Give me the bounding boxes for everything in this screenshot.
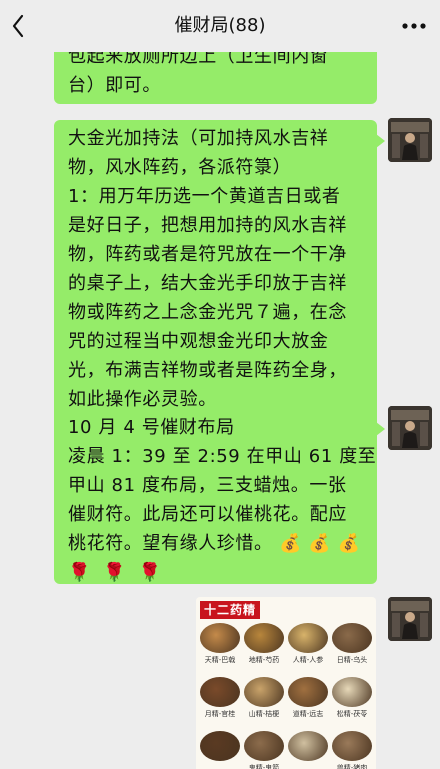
avatar-photo-icon bbox=[388, 118, 432, 162]
message-line: 桃花符。望有缘人珍惜。 💰 💰 💰 bbox=[68, 529, 365, 558]
rose-emoji: 🌹 bbox=[68, 562, 92, 583]
chat-title: 催财局(88) bbox=[174, 15, 266, 36]
message-line: 物，风水阵药，各派符箓） bbox=[68, 157, 292, 178]
message-line: 光，布满吉祥物或者是阵药全身， bbox=[68, 360, 347, 381]
avatar[interactable] bbox=[388, 118, 432, 162]
herb-label: 兽精-猪肉 bbox=[336, 764, 368, 769]
herb-photo bbox=[332, 677, 372, 707]
message-line: 1：用万年历选一个黄道吉日或者 bbox=[68, 186, 341, 207]
herb-label: 鬼精-鬼箭 bbox=[248, 764, 280, 769]
herb-label: 松精-茯苓 bbox=[336, 710, 368, 718]
message-line: 是好日子，把想用加持的风水吉祥 bbox=[68, 215, 347, 236]
herb-label: 月精-官桂 bbox=[204, 710, 236, 718]
herb-label: 山精-桔梗 bbox=[248, 710, 280, 718]
message-line: 凌晨 1：39 至 2:59 在甲山 61 度至 bbox=[68, 446, 377, 467]
message-line: 甲山 81 度布局，三支蜡烛。一张 bbox=[68, 475, 347, 496]
message-line: 催财符。此局还可以催桃花。配应 bbox=[68, 504, 347, 525]
more-button[interactable] bbox=[400, 14, 428, 38]
money-bag-emoji: 💰 bbox=[337, 533, 361, 554]
herb-label: 天精-巴戟 bbox=[204, 656, 236, 664]
message-line: 包起来放厕所边上（卫生间内窗 bbox=[68, 52, 329, 67]
herb-photo bbox=[288, 731, 328, 761]
message-bubble[interactable]: 包起来放厕所边上（卫生间内窗 台）即可。 bbox=[54, 52, 377, 104]
image-title: 十二药精 bbox=[200, 601, 261, 619]
herb-label: 道精-远志 bbox=[292, 710, 324, 718]
message-line: 物或阵药之上念金光咒７遍，在念 bbox=[68, 302, 347, 323]
message-line: 10 月 4 号催财布局 bbox=[68, 417, 235, 438]
herb-label: 地精-芍药 bbox=[248, 656, 280, 664]
avatar-photo-icon bbox=[388, 406, 432, 450]
emoji-row: 🌹 🌹 🌹 bbox=[68, 558, 365, 587]
herb-photo bbox=[244, 677, 284, 707]
bubble-tail bbox=[376, 422, 385, 436]
more-dots-icon bbox=[402, 23, 426, 29]
herb-photo bbox=[288, 623, 328, 653]
rose-emoji: 🌹 bbox=[138, 562, 162, 583]
herb-photo bbox=[244, 731, 284, 761]
avatar-photo-icon bbox=[388, 597, 432, 641]
image-message[interactable]: 十二药精 天精-巴戟 地精-芍药 人精-人参 日精-乌头月精-官桂 山精-桔梗 道精-远志… bbox=[196, 597, 376, 769]
avatar[interactable] bbox=[388, 597, 432, 641]
money-bag-emoji: 💰 bbox=[308, 533, 332, 554]
herb-photo bbox=[332, 731, 372, 761]
herb-photo bbox=[332, 623, 372, 653]
chat-header: 催财局(88) bbox=[0, 0, 440, 52]
message-line: 大金光加持法（可加持风水吉祥 bbox=[68, 128, 329, 149]
money-bag-emoji: 💰 bbox=[278, 533, 302, 554]
message-line: 咒的过程当中观想金光印大放金 bbox=[68, 331, 329, 352]
message-bubble[interactable]: 大金光加持法（可加持风水吉祥 物，风水阵药，各派符箓） 1：用万年历选一个黄道吉… bbox=[54, 120, 385, 446]
herb-photo bbox=[244, 623, 284, 653]
herb-photo bbox=[200, 731, 240, 761]
message-line: 的桌子上，结大金光手印放于吉祥 bbox=[68, 273, 347, 294]
rose-emoji: 🌹 bbox=[103, 562, 127, 583]
bubble-tail bbox=[376, 134, 385, 148]
message-list[interactable]: 包起来放厕所边上（卫生间内窗 台）即可。 大金光加持法（可加持风水吉祥 物，风水… bbox=[0, 52, 440, 769]
message-text: 桃花符。望有缘人珍惜。 bbox=[68, 533, 273, 554]
herb-photo bbox=[288, 677, 328, 707]
herb-label: 日精-乌头 bbox=[336, 656, 368, 664]
herb-photo bbox=[200, 623, 240, 653]
avatar[interactable] bbox=[388, 406, 432, 450]
message-line: 台）即可。 bbox=[68, 75, 161, 96]
message-line: 物，阵药或者是符咒放在一个干净 bbox=[68, 244, 347, 265]
message-bubble[interactable]: 10 月 4 号催财布局 凌晨 1：39 至 2:59 在甲山 61 度至 甲山… bbox=[54, 408, 385, 587]
herb-label: 人精-人参 bbox=[292, 656, 324, 664]
herb-photo bbox=[200, 677, 240, 707]
